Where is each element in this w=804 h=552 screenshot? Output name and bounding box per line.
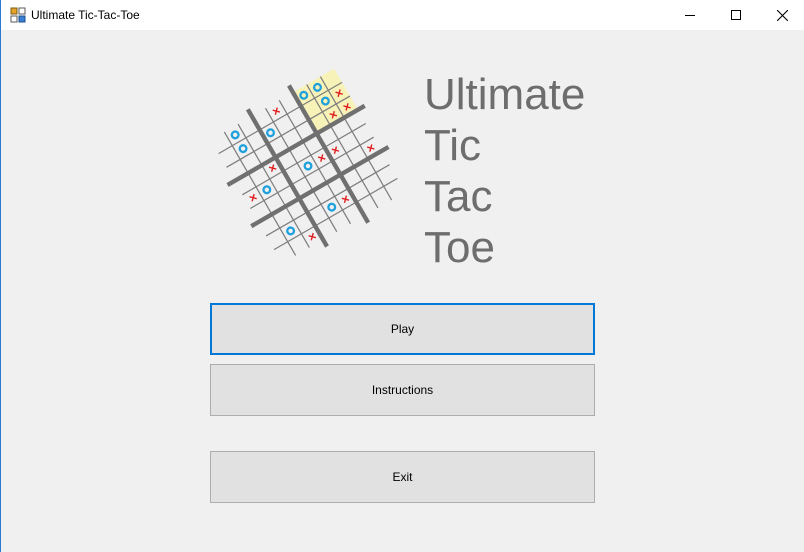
- app-window: Ultimate Tic-Tac-Toe Ultimate Tic Tac To…: [0, 0, 804, 552]
- close-button[interactable]: [759, 0, 804, 30]
- game-title-line-3: Tac: [424, 172, 493, 221]
- close-icon: [776, 9, 788, 21]
- board-logo-image: [218, 68, 398, 256]
- game-title-line-4: Toe: [424, 223, 495, 272]
- game-title-line-2: Tic: [424, 121, 482, 170]
- minimize-button[interactable]: [667, 0, 713, 30]
- instructions-button[interactable]: Instructions: [210, 364, 595, 416]
- play-button[interactable]: Play: [210, 303, 595, 355]
- maximize-icon: [731, 10, 741, 20]
- maximize-button[interactable]: [713, 0, 759, 30]
- app-icon: [10, 7, 26, 23]
- game-title-line-1: Ultimate: [424, 70, 586, 119]
- game-title: Ultimate Tic Tac Toe: [424, 69, 585, 273]
- title-bar[interactable]: Ultimate Tic-Tac-Toe: [1, 0, 804, 30]
- exit-button[interactable]: Exit: [210, 451, 595, 503]
- window-title: Ultimate Tic-Tac-Toe: [31, 8, 140, 22]
- minimize-icon: [685, 15, 695, 16]
